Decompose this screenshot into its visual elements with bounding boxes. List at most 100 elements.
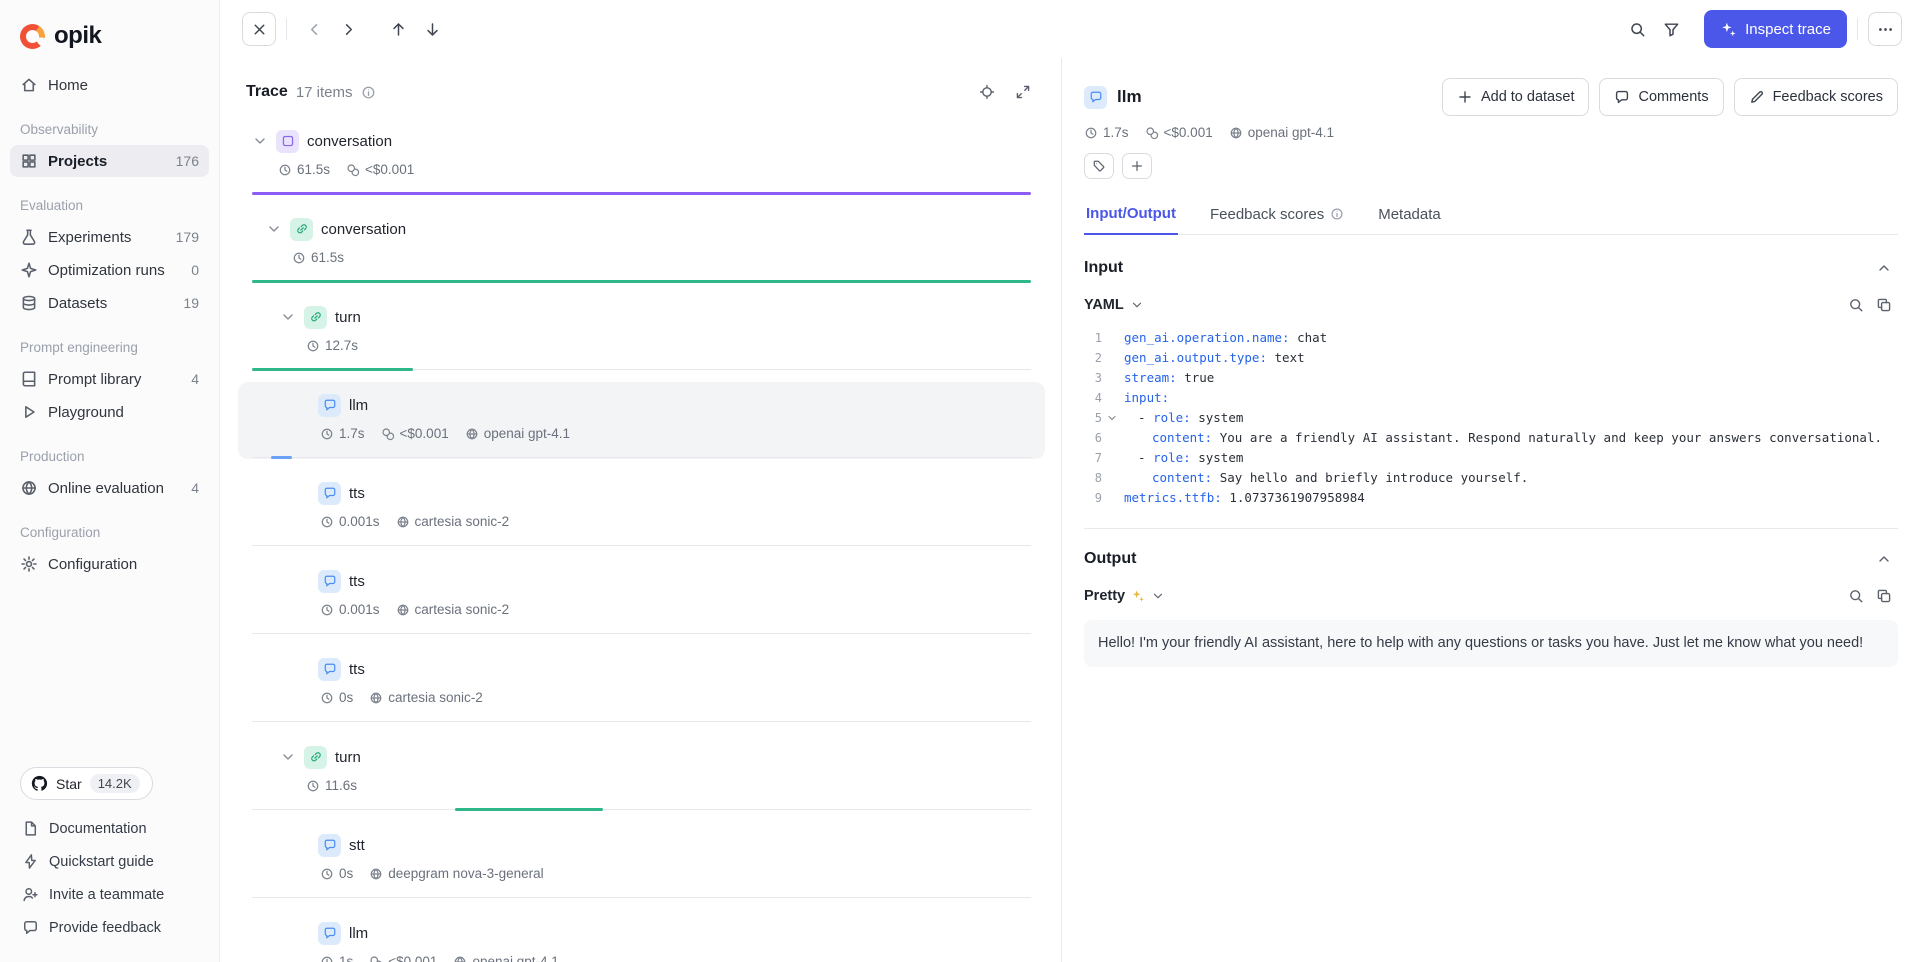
- info-icon: [361, 85, 376, 100]
- code-text: gen_ai.operation.name: chat: [1120, 328, 1327, 348]
- chevron-down-icon[interactable]: [252, 133, 268, 149]
- previous-trace-button[interactable]: [297, 12, 331, 46]
- sidebar-item-optimization-runs[interactable]: Optimization runs0: [10, 254, 209, 286]
- meta-text: 61.5s: [297, 162, 330, 177]
- github-star-button[interactable]: Star 14.2K: [20, 767, 153, 800]
- search-icon: [1629, 21, 1646, 38]
- chevron-down-icon[interactable]: [280, 749, 296, 765]
- chevron-down-icon: [1130, 298, 1144, 312]
- sidebar-item-experiments[interactable]: Experiments179: [10, 221, 209, 253]
- link-icon: [304, 746, 327, 769]
- line-chevron-spacer: [1104, 350, 1120, 366]
- trace-items-count: 17 items: [296, 84, 353, 101]
- input-format-select[interactable]: YAML: [1084, 297, 1144, 313]
- span-meta-clock: 1s: [320, 954, 353, 962]
- span-timeline-track: [252, 544, 1031, 547]
- next-trace-button[interactable]: [331, 12, 365, 46]
- trace-row-conversation[interactable]: conversation61.5s: [238, 206, 1045, 283]
- sidebar-item-prompt-library[interactable]: Prompt library4: [10, 363, 209, 395]
- footer-link-quickstart-guide[interactable]: Quickstart guide: [14, 845, 205, 878]
- add-to-dataset-button[interactable]: Add to dataset: [1442, 78, 1590, 116]
- meta-text: 0s: [339, 690, 353, 705]
- close-trace-button[interactable]: [242, 12, 276, 46]
- sidebar: opik HomeObservabilityProjects176Evaluat…: [0, 0, 220, 962]
- clock-icon: [1084, 126, 1098, 140]
- tab-input-output[interactable]: Input/Output: [1084, 195, 1178, 235]
- tab-feedback-scores[interactable]: Feedback scores: [1208, 195, 1346, 234]
- search-output-button[interactable]: [1842, 582, 1870, 610]
- focus-selected-button[interactable]: [973, 78, 1001, 106]
- output-text: Hello! I'm your friendly AI assistant, h…: [1084, 620, 1898, 667]
- output-format-select[interactable]: Pretty: [1084, 588, 1165, 604]
- sidebar-item-playground[interactable]: Playground: [10, 396, 209, 428]
- span-meta-clock: 1.7s: [320, 426, 365, 441]
- code-text: stream: true: [1120, 368, 1214, 388]
- chevron-down-icon[interactable]: [280, 309, 296, 325]
- action-label: Comments: [1638, 89, 1708, 105]
- search-icon: [1848, 297, 1864, 313]
- sidebar-item-online-evaluation[interactable]: Online evaluation4: [10, 472, 209, 504]
- trace-row-llm[interactable]: llm1s<$0.001openai gpt-4.1: [238, 910, 1045, 962]
- footer-link-provide-feedback[interactable]: Provide feedback: [14, 911, 205, 944]
- sidebar-item-datasets[interactable]: Datasets19: [10, 287, 209, 319]
- trace-row-tts[interactable]: tts0.001scartesia sonic-2: [238, 470, 1045, 547]
- sidebar-footer: Star 14.2K DocumentationQuickstart guide…: [0, 755, 219, 962]
- sidebar-item-count: 4: [191, 480, 199, 496]
- line-chevron-spacer: [1104, 450, 1120, 466]
- span-timeline-track: [252, 808, 1031, 811]
- sidebar-item-projects[interactable]: Projects176: [10, 145, 209, 177]
- gear-icon: [20, 555, 38, 573]
- search-button[interactable]: [1620, 12, 1654, 46]
- line-chevron-spacer: [1104, 470, 1120, 486]
- span-meta-globe: cartesia sonic-2: [396, 514, 510, 529]
- filter-icon: [1663, 21, 1680, 38]
- previous-span-button[interactable]: [381, 12, 415, 46]
- code-line: 6content: You are a friendly AI assistan…: [1084, 428, 1898, 448]
- collapse-output-button[interactable]: [1870, 545, 1898, 573]
- code-line: 1gen_ai.operation.name: chat: [1084, 328, 1898, 348]
- chevron-down-icon[interactable]: [266, 221, 282, 237]
- sidebar-item-label: Playground: [48, 404, 124, 421]
- more-options-button[interactable]: [1868, 12, 1902, 46]
- tab-metadata[interactable]: Metadata: [1376, 195, 1443, 234]
- maximize-icon: [1015, 84, 1031, 100]
- trace-row-turn[interactable]: turn12.7s: [238, 294, 1045, 371]
- inspect-trace-button[interactable]: Inspect trace: [1704, 10, 1847, 48]
- code-line: 2gen_ai.output.type: text: [1084, 348, 1898, 368]
- span-label: turn: [335, 749, 361, 766]
- trace-row-stt[interactable]: stt0sdeepgram nova-3-general: [238, 822, 1045, 899]
- add-tag-button[interactable]: [1084, 153, 1114, 179]
- output-format-label: Pretty: [1084, 588, 1125, 604]
- sidebar-item-home[interactable]: Home: [10, 69, 209, 101]
- opik-logo[interactable]: opik: [0, 0, 219, 68]
- meta-text: openai gpt-4.1: [484, 426, 570, 441]
- sidebar-item-configuration[interactable]: Configuration: [10, 548, 209, 580]
- meta-text: <$0.001: [1164, 125, 1213, 140]
- collapse-block-icon[interactable]: [1104, 410, 1120, 426]
- span-meta-coins: <$0.001: [369, 954, 437, 962]
- footer-link-invite-a-teammate[interactable]: Invite a teammate: [14, 878, 205, 911]
- search-input-button[interactable]: [1842, 291, 1870, 319]
- chevron-spacer: [294, 925, 310, 941]
- input-title: Input: [1084, 259, 1123, 277]
- footer-link-label: Invite a teammate: [49, 887, 164, 903]
- trace-row-conversation[interactable]: conversation61.5s<$0.001: [238, 118, 1045, 195]
- expand-panel-button[interactable]: [1009, 78, 1037, 106]
- feedback-scores-button[interactable]: Feedback scores: [1734, 78, 1898, 116]
- next-span-button[interactable]: [415, 12, 449, 46]
- collapse-input-button[interactable]: [1870, 254, 1898, 282]
- trace-row-llm[interactable]: llm1.7s<$0.001openai gpt-4.1: [238, 382, 1045, 459]
- clock-icon: [320, 603, 334, 617]
- trace-row-tts[interactable]: tts0scartesia sonic-2: [238, 646, 1045, 723]
- star-count-badge: 14.2K: [90, 774, 140, 793]
- copy-input-button[interactable]: [1870, 291, 1898, 319]
- footer-link-documentation[interactable]: Documentation: [14, 812, 205, 845]
- trace-title: Trace: [246, 83, 288, 101]
- trace-row-turn[interactable]: turn11.6s: [238, 734, 1045, 811]
- add-button[interactable]: [1122, 153, 1152, 179]
- copy-output-button[interactable]: [1870, 582, 1898, 610]
- trace-row-tts[interactable]: tts0.001scartesia sonic-2: [238, 558, 1045, 635]
- filter-button[interactable]: [1654, 12, 1688, 46]
- span-label: tts: [349, 573, 365, 590]
- comments-button[interactable]: Comments: [1599, 78, 1723, 116]
